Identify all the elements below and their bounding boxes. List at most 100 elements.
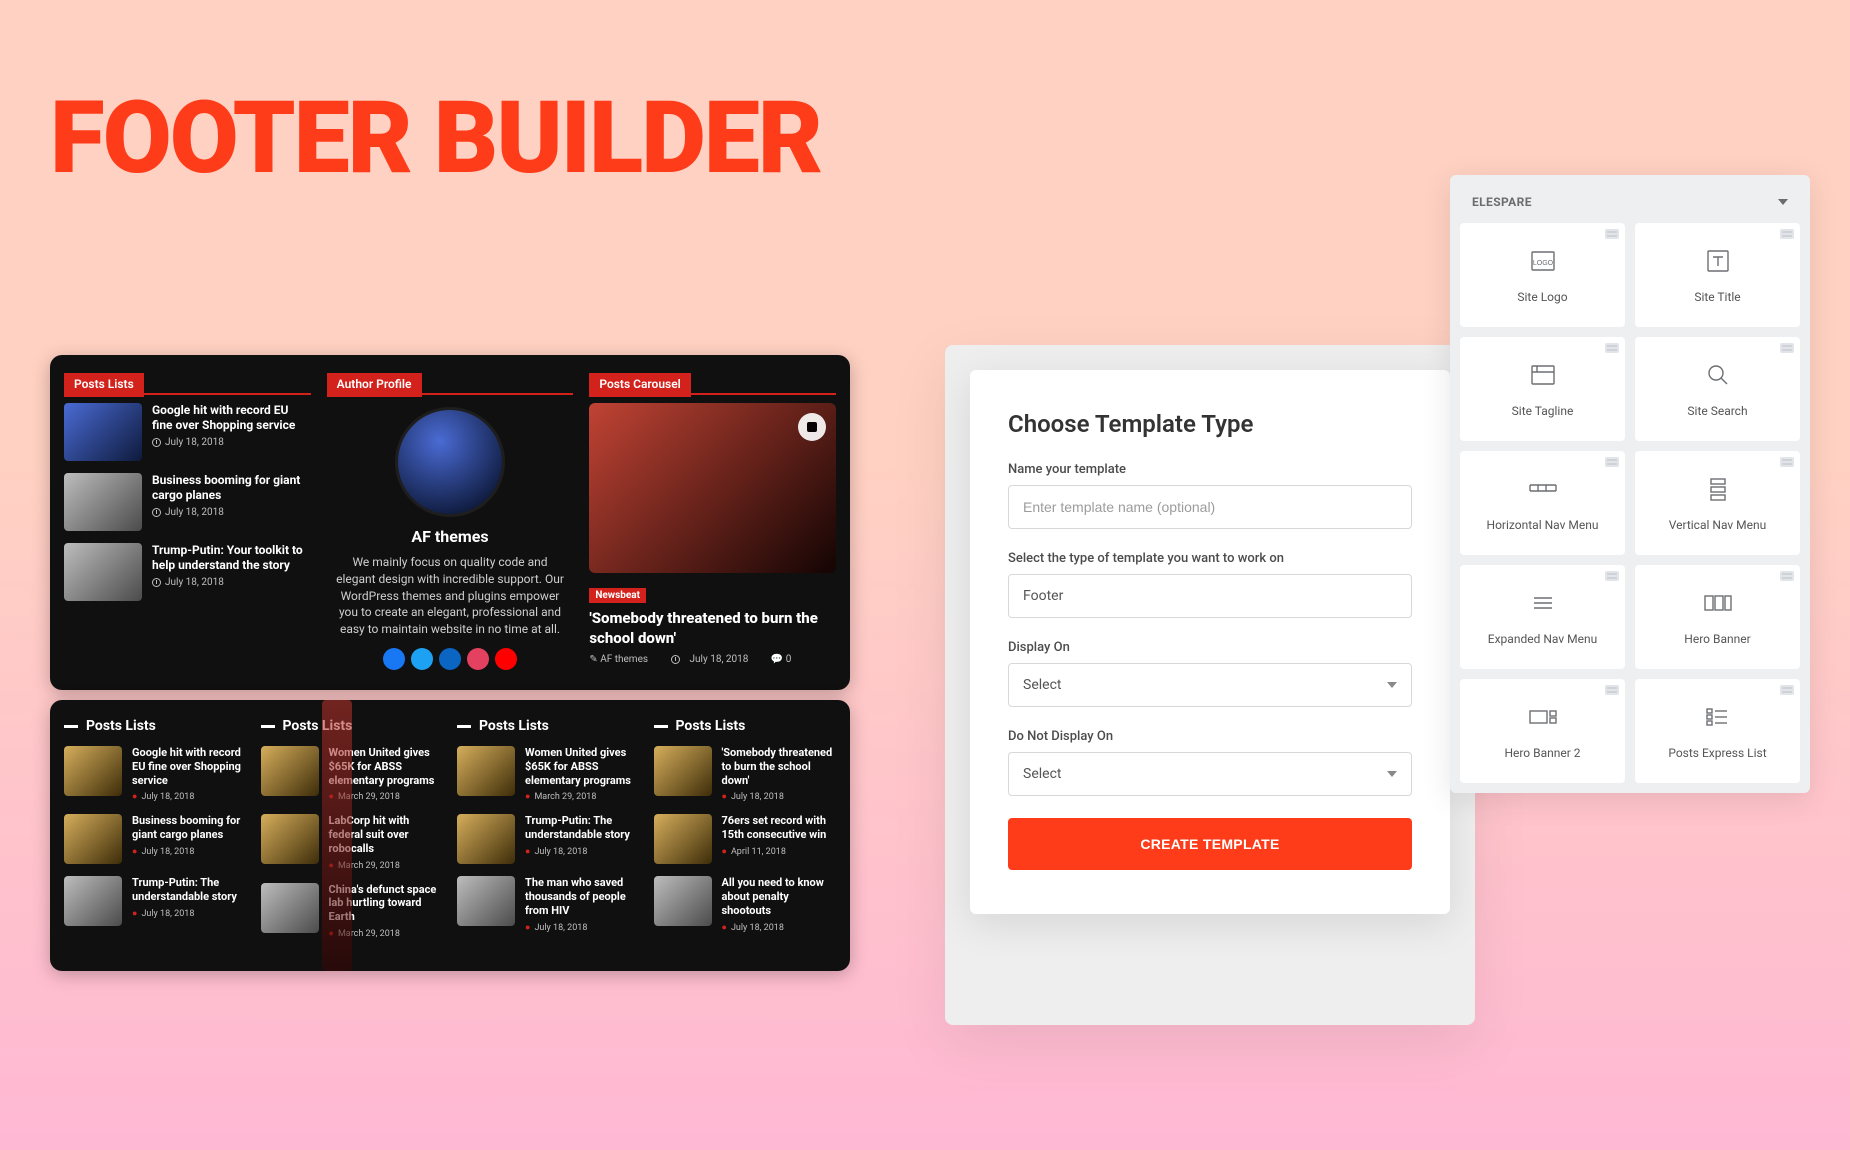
instagram-icon[interactable] [467,648,489,670]
facebook-icon[interactable] [383,648,405,670]
post-thumbnail [654,746,712,796]
column-title: Posts Lists [654,718,837,734]
widget-handle-icon [1605,457,1619,467]
post-thumbnail [64,876,122,926]
post-title: Trump-Putin: The understandable story [525,814,640,842]
carousel-meta: ✎ AF themes July 18, 2018 💬 0 [589,654,836,665]
tab-underline [422,393,574,395]
type-label: Select the type of template you want to … [1008,551,1412,566]
widget-express[interactable]: Posts Express List [1635,679,1800,783]
carousel-title: 'Somebody threatened to burn the school … [589,609,836,648]
post-title: The man who saved thousands of people fr… [525,876,640,917]
widget-title[interactable]: Site Title [1635,223,1800,327]
widget-tagline[interactable]: Site Tagline [1460,337,1625,441]
post-date: ●March 29, 2018 [329,860,444,871]
column-title: Posts Lists [457,718,640,734]
column-title: Posts Lists [261,718,444,734]
clock-icon [152,438,161,447]
post-thumbnail [64,746,122,796]
post-title: Google hit with record EU fine over Shop… [132,746,247,787]
display-on-value: Select [1023,677,1061,693]
post-date: ●July 18, 2018 [722,922,837,933]
list-item[interactable]: Trump-Putin: The understandable story ●J… [64,876,247,926]
widget-hero2[interactable]: Hero Banner 2 [1460,679,1625,783]
form-title: Choose Template Type [1008,410,1412,438]
title-bar-icon [261,725,275,728]
widget-label: Site Logo [1517,290,1567,304]
list-item[interactable]: Business booming for giant cargo planes … [64,473,311,531]
widget-logo[interactable]: LOGO Site Logo [1460,223,1625,327]
not-display-on-select[interactable]: Select [1008,752,1412,796]
widget-vmenu[interactable]: Vertical Nav Menu [1635,451,1800,555]
template-type-value: Footer [1023,588,1063,604]
clock-icon [152,578,161,587]
post-thumbnail [457,746,515,796]
vmenu-icon [1701,474,1735,504]
display-on-label: Display On [1008,640,1412,655]
widget-handle-icon [1780,457,1794,467]
post-title: Women United gives $65K for ABSS element… [525,746,640,787]
post-title: Business booming for giant cargo planes [152,473,311,503]
create-template-button[interactable]: CREATE TEMPLATE [1008,818,1412,870]
post-thumbnail [654,814,712,864]
widget-search[interactable]: Site Search [1635,337,1800,441]
list-item[interactable]: China's defunct space lab hurtling towar… [261,883,444,939]
list-item[interactable]: 'Somebody threatened to burn the school … [654,746,837,802]
post-thumbnail [457,814,515,864]
list-item[interactable]: Trump-Putin: Your toolkit to help unders… [64,543,311,601]
list-item[interactable]: Women United gives $65K for ABSS element… [261,746,444,802]
not-display-on-label: Do Not Display On [1008,729,1412,744]
list-item[interactable]: Business booming for giant cargo planes … [64,814,247,864]
widget-hero[interactable]: Hero Banner [1635,565,1800,669]
widget-panel-header[interactable]: ELESPARE [1460,185,1800,223]
post-title: Trump-Putin: Your toolkit to help unders… [152,543,311,573]
template-form: Choose Template Type Name your template … [970,370,1450,914]
post-date: ●July 18, 2018 [132,846,247,857]
tab-posts-lists: Posts Lists [64,373,144,397]
template-name-input[interactable] [1008,485,1412,529]
widget-label: Site Tagline [1512,404,1574,418]
post-thumbnail [64,543,142,601]
list-item[interactable]: Trump-Putin: The understandable story ●J… [457,814,640,864]
list-item[interactable]: All you need to know about penalty shoot… [654,876,837,932]
widget-label: Site Search [1687,404,1747,418]
display-on-select[interactable]: Select [1008,663,1412,707]
twitter-icon[interactable] [411,648,433,670]
post-date: July 18, 2018 [152,437,311,448]
widget-hmenu[interactable]: Horizontal Nav Menu [1460,451,1625,555]
post-date: ●March 29, 2018 [329,928,444,939]
widget-panel-title: ELESPARE [1472,195,1532,209]
name-label: Name your template [1008,462,1412,477]
post-date: ●March 29, 2018 [329,791,444,802]
post-thumbnail [457,876,515,926]
hero2-icon [1526,702,1560,732]
list-item[interactable]: Women United gives $65K for ABSS element… [457,746,640,802]
title-bar-icon [654,725,668,728]
page-title: FOOTER BUILDER [50,80,821,197]
logo-icon: LOGO [1526,246,1560,276]
list-item[interactable]: LabCorp hit with federal suit over roboc… [261,814,444,870]
post-date: July 18, 2018 [152,507,311,518]
list-item[interactable]: Google hit with record EU fine over Shop… [64,403,311,461]
template-type-select[interactable]: Footer [1008,574,1412,618]
search-icon [1701,360,1735,390]
post-date: July 18, 2018 [152,577,311,588]
linkedin-icon[interactable] [439,648,461,670]
youtube-icon[interactable] [495,648,517,670]
post-thumbnail [261,746,319,796]
widget-emenu[interactable]: Expanded Nav Menu [1460,565,1625,669]
post-date: ●July 18, 2018 [722,791,837,802]
tagline-icon [1526,360,1560,390]
widget-handle-icon [1605,343,1619,353]
post-title: Women United gives $65K for ABSS element… [329,746,444,787]
list-item[interactable]: 76ers set record with 15th consecutive w… [654,814,837,864]
carousel-image [589,403,836,573]
footer-preview-1: Posts Lists Google hit with record EU fi… [50,355,850,690]
post-thumbnail [64,403,142,461]
list-item[interactable]: The man who saved thousands of people fr… [457,876,640,932]
post-thumbnail [64,473,142,531]
video-icon[interactable] [798,413,826,441]
post-title: LabCorp hit with federal suit over roboc… [329,814,444,855]
widget-handle-icon [1780,571,1794,581]
list-item[interactable]: Google hit with record EU fine over Shop… [64,746,247,802]
